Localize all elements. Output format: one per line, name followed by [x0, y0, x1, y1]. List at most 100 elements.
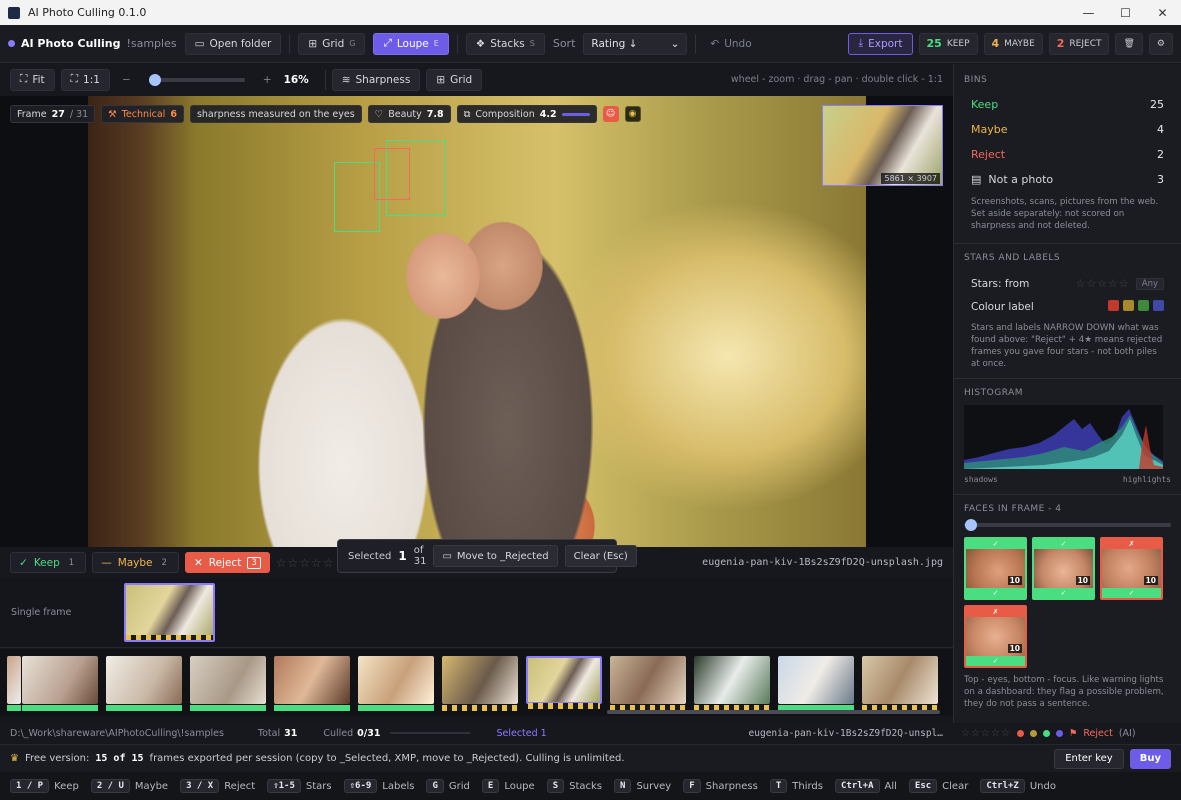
stacks-view-button[interactable]: ❖ Stacks S: [465, 32, 545, 55]
one-to-one-label: 1:1: [83, 73, 100, 86]
settings-button[interactable]: ⚙: [1148, 32, 1173, 55]
grid-label: Grid: [322, 37, 345, 50]
bin-reject[interactable]: Reject 2: [954, 142, 1181, 167]
reject-counter[interactable]: 2 REJECT: [1048, 32, 1110, 55]
zoom-slider-knob[interactable]: [148, 73, 161, 86]
bin-maybe[interactable]: Maybe 4: [954, 117, 1181, 142]
shortcut-key: 3 / X: [180, 779, 220, 793]
reject-button[interactable]: ✕ Reject 3: [184, 552, 270, 573]
grid-icon: ⊞: [308, 37, 318, 50]
focus-indicator: ✓: [966, 656, 1025, 666]
focus-indicator: ✓: [966, 588, 1025, 598]
main-toolbar: AI Photo Culling !samples ▭ Open folder …: [0, 25, 1181, 63]
beauty-value: 7.8: [426, 108, 444, 120]
selected-number: 1: [398, 549, 407, 563]
filmstrip[interactable]: [0, 649, 953, 716]
film-thumbnail[interactable]: [694, 656, 770, 711]
bin-keep[interactable]: Keep 25: [954, 92, 1181, 117]
grid-overlay-button[interactable]: ⊞ Grid: [426, 68, 483, 91]
move-to-rejected-button[interactable]: ▭ Move to _Rejected: [433, 545, 558, 567]
folder-name: !samples: [126, 37, 177, 50]
faces-slider-knob[interactable]: [965, 519, 977, 531]
undo-button[interactable]: ↶ Undo: [704, 38, 757, 50]
film-thumbnail-selected[interactable]: [526, 656, 602, 709]
stacks-label: Stacks: [490, 37, 525, 50]
trash-button[interactable]: 🗑: [1115, 32, 1143, 55]
grid-view-button[interactable]: ⊞ Grid G: [298, 32, 366, 55]
face-detect-toggle-icon[interactable]: ☺: [602, 106, 619, 122]
stack-thumbnail[interactable]: [124, 583, 215, 642]
status-bar-right: ☆☆☆☆☆ ⚑ Reject (AI): [953, 723, 1181, 743]
eye-icon[interactable]: ◉: [624, 106, 641, 122]
film-thumbnail[interactable]: [862, 656, 938, 711]
film-thumbnail[interactable]: [358, 656, 434, 711]
label-yellow-swatch[interactable]: [1123, 299, 1134, 311]
face-thumbnail[interactable]: ✓ 10 ✓: [1032, 537, 1095, 600]
zoom-slider[interactable]: [148, 73, 245, 86]
frame-counter: Frame 27 / 31: [10, 105, 96, 123]
face-thumbnail[interactable]: ✓ 10 ✓: [964, 537, 1027, 600]
film-thumbnail[interactable]: [442, 656, 518, 711]
shortcut-key: E: [481, 779, 500, 793]
filmstrip-scrollbar[interactable]: [607, 710, 940, 714]
fit-button[interactable]: ⛶ Fit: [10, 68, 55, 91]
film-thumbnail[interactable]: [106, 656, 182, 711]
total-count: 31: [284, 727, 298, 739]
photo-preview[interactable]: [88, 96, 866, 547]
buy-button[interactable]: Buy: [1129, 748, 1171, 769]
shadows-label: shadows: [964, 475, 998, 484]
film-thumbnail[interactable]: [274, 656, 350, 711]
label-red-swatch[interactable]: [1108, 299, 1119, 311]
free-version-text: frames exported per session (copy to _Se…: [149, 753, 625, 764]
stars-filter-picker[interactable]: ☆☆☆☆☆: [1075, 277, 1129, 290]
keep-button[interactable]: ✓ Keep 1: [10, 552, 87, 573]
label-green-swatch[interactable]: [1138, 299, 1149, 311]
shortcut-key: Ctrl+A: [834, 779, 880, 793]
film-thumbnail[interactable]: [778, 656, 854, 711]
shortcut-hint: G Grid: [426, 779, 470, 793]
keep-counter[interactable]: 25 KEEP: [918, 32, 978, 55]
brand-name: AI Photo Culling: [21, 37, 121, 50]
minimize-button[interactable]: —: [1070, 6, 1107, 20]
film-thumbnail[interactable]: [22, 656, 98, 711]
clear-selection-button[interactable]: Clear (Esc): [564, 545, 637, 567]
faces-slider[interactable]: [964, 519, 1171, 531]
shortcut-label: Clear: [942, 780, 969, 792]
selection-popover: Selected 1 of 31 ▭ Move to _Rejected Cle…: [337, 539, 637, 573]
shortcut-key: ⇧6-9: [343, 779, 378, 793]
face-thumbnail[interactable]: ✗ 10 ✓: [1100, 537, 1163, 600]
one-to-one-button[interactable]: ⛶ 1:1: [60, 68, 110, 91]
star-rating[interactable]: ☆☆☆☆☆: [276, 556, 335, 570]
close-button[interactable]: ✕: [1144, 6, 1181, 20]
open-folder-button[interactable]: ▭ Open folder: [184, 32, 282, 55]
bin-count: 4: [1157, 123, 1164, 136]
maybe-button[interactable]: — Maybe 2: [92, 552, 179, 573]
loupe-stage[interactable]: Frame 27 / 31 ⚒ Technical 6 sharpness me…: [0, 96, 953, 547]
shortcut-label: Grid: [448, 780, 470, 792]
navigator-minimap[interactable]: 5861 × 3907: [822, 105, 943, 186]
bins-list: Keep 25 Maybe 4 Reject 2: [954, 92, 1181, 167]
technical-label: Technical: [121, 108, 166, 120]
film-thumbnail[interactable]: [190, 656, 266, 711]
sort-select[interactable]: Rating ↓ ⌄: [583, 32, 688, 55]
maybe-counter[interactable]: 4 MAYBE: [983, 32, 1043, 55]
export-button[interactable]: ⤓ Export: [848, 32, 913, 55]
label-blue-swatch[interactable]: [1153, 299, 1164, 311]
film-thumbnail[interactable]: [7, 656, 21, 711]
bin-not-a-photo[interactable]: ▤ Not a photo 3: [954, 167, 1181, 192]
film-thumbnail[interactable]: [610, 656, 686, 711]
zoom-in-button[interactable]: +: [257, 74, 278, 86]
shortcut-label: Stacks: [569, 780, 603, 792]
zoom-out-button[interactable]: −: [116, 74, 137, 86]
stars-any-button[interactable]: Any: [1135, 277, 1164, 290]
maximize-button[interactable]: ☐: [1107, 6, 1144, 20]
sharpness-button[interactable]: ≋ Sharpness: [331, 68, 421, 91]
face-thumbnail[interactable]: ✗ 10 ✓: [964, 605, 1027, 668]
enter-key-button[interactable]: Enter key: [1054, 748, 1124, 769]
current-filename: eugenia-pan-kiv-1Bs2sZ9fD2Q-unsplash.jpg: [702, 557, 943, 568]
loupe-view-button[interactable]: ⤢ Loupe E: [373, 32, 449, 55]
total-label: Total: [257, 727, 281, 739]
divider: [324, 69, 326, 90]
shortcut-hint: ⇧6-9 Labels: [343, 779, 414, 793]
shortcut-key: Esc: [908, 779, 938, 793]
